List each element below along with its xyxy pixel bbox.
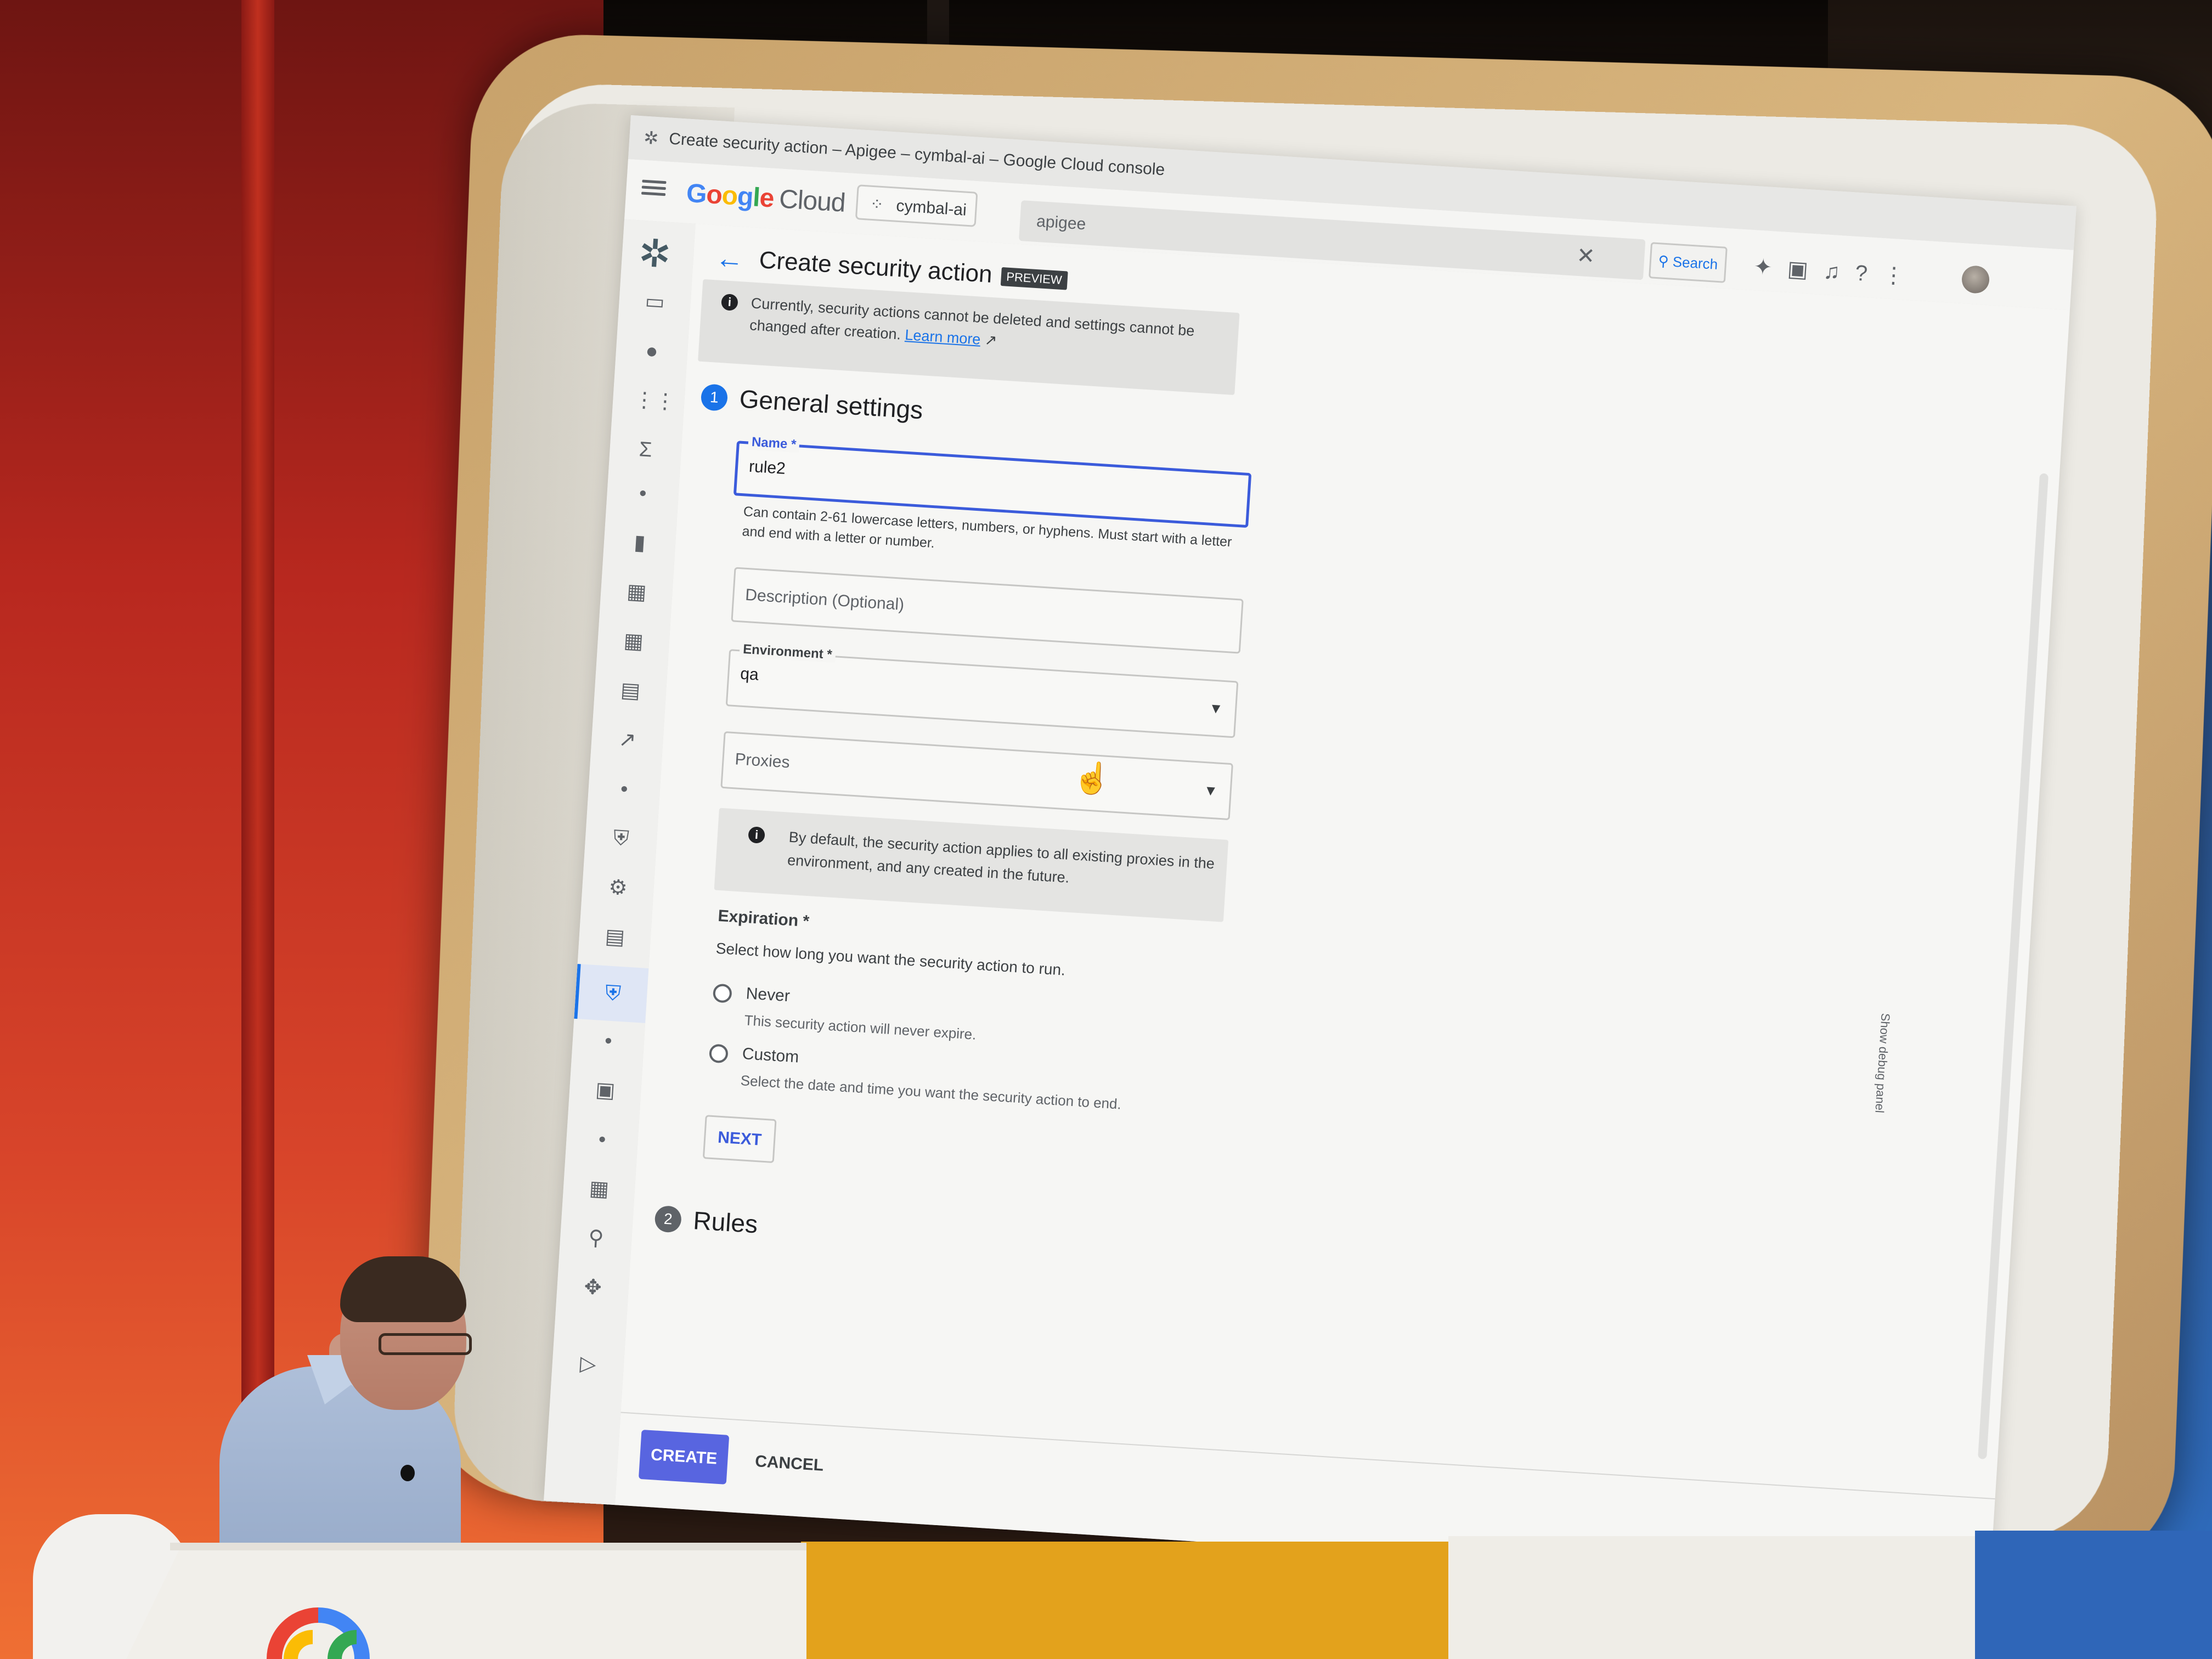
nav-dot-icon: • <box>586 1124 618 1155</box>
mouse-cursor-icon: ☝ <box>1072 759 1113 797</box>
description-field[interactable]: Description (Optional) <box>731 567 1243 653</box>
environment-label: Environment * <box>739 641 836 663</box>
description-placeholder: Description (Optional) <box>744 586 905 614</box>
learn-more-link[interactable]: Learn more <box>905 326 981 348</box>
environment-value: qa <box>740 665 759 685</box>
cloud-shell-icon[interactable]: ▣ <box>1787 257 1824 283</box>
podium <box>126 1547 806 1659</box>
shield-icon[interactable]: ⛨ <box>606 823 637 854</box>
list-icon[interactable]: ▤ <box>599 921 630 952</box>
table-icon[interactable]: ▦ <box>618 626 649 657</box>
step-1-title: General settings <box>738 384 924 425</box>
stage-yellow-panel <box>801 1542 1454 1659</box>
name-field-value: rule2 <box>748 458 786 478</box>
footer-divider <box>620 1412 1995 1500</box>
search-button[interactable]: ⚲ Search <box>1649 242 1728 283</box>
info-icon: i <box>748 826 765 844</box>
presenter-hair <box>340 1256 466 1322</box>
proxies-info-text: By default, the security action applies … <box>787 829 1215 886</box>
lapel-microphone <box>400 1465 415 1481</box>
help-icon[interactable]: ? <box>1854 261 1883 287</box>
account-avatar[interactable] <box>1961 265 1990 294</box>
stage-blue-panel <box>1975 1531 2212 1659</box>
proxies-select[interactable]: Proxies ▼ <box>720 731 1233 820</box>
step-2-title[interactable]: Rules <box>692 1205 759 1239</box>
browser-window: ✲ Create security action – Apigee – cymb… <box>544 115 2076 1592</box>
step-2-number: 2 <box>654 1205 682 1233</box>
preview-badge: PREVIEW <box>1000 267 1068 290</box>
show-debug-panel-tab[interactable]: Show debug panel <box>1872 1013 1892 1114</box>
radio-custom-label[interactable]: Custom <box>742 1045 799 1066</box>
chevron-down-icon: ▼ <box>1203 782 1218 800</box>
apps-grid-icon[interactable]: ⋮⋮ <box>633 385 664 416</box>
hamburger-menu-icon[interactable] <box>641 177 667 200</box>
name-field-label: Name * <box>748 435 800 453</box>
step-1-number: 1 <box>701 383 729 411</box>
external-link-icon: ↗ <box>980 331 997 349</box>
create-button[interactable]: CREATE <box>639 1430 729 1485</box>
search-icon[interactable]: ⚲ <box>580 1222 612 1254</box>
logo-cloud-word: Cloud <box>778 184 847 217</box>
project-icon: ⁘ <box>869 187 885 223</box>
security-actions-icon[interactable]: ⛨ <box>574 964 648 1023</box>
info-icon: i <box>721 294 738 311</box>
nav-dot-icon: • <box>627 478 658 509</box>
next-button[interactable]: NEXT <box>703 1115 777 1163</box>
top-actions: ✦▣♫?⋮ <box>1753 254 1921 290</box>
search-button-label: Search <box>1672 253 1718 273</box>
dashboard-icon[interactable]: ▦ <box>583 1173 614 1205</box>
trend-icon[interactable]: ↗ <box>612 724 643 755</box>
chevron-down-icon: ▼ <box>1209 699 1224 718</box>
user-icon[interactable]: ● <box>636 336 667 367</box>
gemini-icon[interactable]: ✦ <box>1753 255 1788 281</box>
project-name: cymbal-ai <box>896 197 967 219</box>
radio-custom-desc: Select the date and time you want the se… <box>740 1072 1122 1113</box>
expand-nav-icon[interactable]: ▷ <box>572 1348 603 1380</box>
clear-search-icon[interactable]: ✕ <box>1576 235 1596 277</box>
search-input-value: apigee <box>1036 212 1086 234</box>
expiration-label: Expiration * <box>718 907 810 931</box>
document-icon[interactable]: ▤ <box>614 675 646 706</box>
project-selector[interactable]: ⁘ cymbal-ai <box>855 184 978 227</box>
library-icon[interactable]: ▣ <box>590 1075 621 1106</box>
sum-icon[interactable]: Σ <box>630 434 661 465</box>
radio-never[interactable] <box>713 984 732 1003</box>
radio-never-label[interactable]: Never <box>746 984 791 1006</box>
environment-select[interactable]: Environment * qa ▼ <box>726 649 1239 738</box>
google-cloud-logo-icon <box>258 1591 390 1659</box>
main-content: ← Create security action PREVIEW i Curren… <box>615 224 2070 1592</box>
nav-dot-icon: • <box>608 774 640 805</box>
notifications-icon[interactable]: ♫ <box>1822 259 1856 285</box>
proxies-placeholder: Proxies <box>735 750 791 772</box>
radio-never-desc: This security action will never expire. <box>744 1012 977 1043</box>
more-vert-icon[interactable]: ⋮ <box>1882 263 1921 289</box>
expiration-description: Select how long you want the security ac… <box>715 940 1066 979</box>
presenter-glasses <box>379 1333 472 1355</box>
podium-top <box>170 1543 806 1550</box>
page-title-text: Create security action <box>758 246 993 288</box>
cancel-button[interactable]: CANCEL <box>754 1452 824 1475</box>
apigee-logo-icon[interactable]: ✲ <box>637 230 673 277</box>
settings-sync-icon[interactable]: ⚙ <box>602 872 634 904</box>
overview-icon[interactable]: ▭ <box>639 286 670 318</box>
proxies-info-box: i By default, the security action applie… <box>714 808 1229 922</box>
report-icon[interactable]: ▦ <box>621 577 652 608</box>
logo-google-word: Google <box>686 179 775 213</box>
search-icon: ⚲ <box>1658 252 1669 269</box>
stage-white-panel <box>1448 1536 1980 1659</box>
back-arrow-icon[interactable]: ← <box>714 241 745 276</box>
radio-custom[interactable] <box>709 1043 729 1063</box>
nav-dot-icon: • <box>592 1025 624 1057</box>
move-icon[interactable]: ✥ <box>577 1272 608 1303</box>
warning-banner: i Currently, security actions cannot be … <box>698 279 1239 395</box>
google-cloud-logo[interactable]: Google Cloud <box>686 178 847 218</box>
analytics-icon[interactable]: ▮ <box>624 527 655 558</box>
apigee-favicon-icon: ✲ <box>643 128 663 148</box>
